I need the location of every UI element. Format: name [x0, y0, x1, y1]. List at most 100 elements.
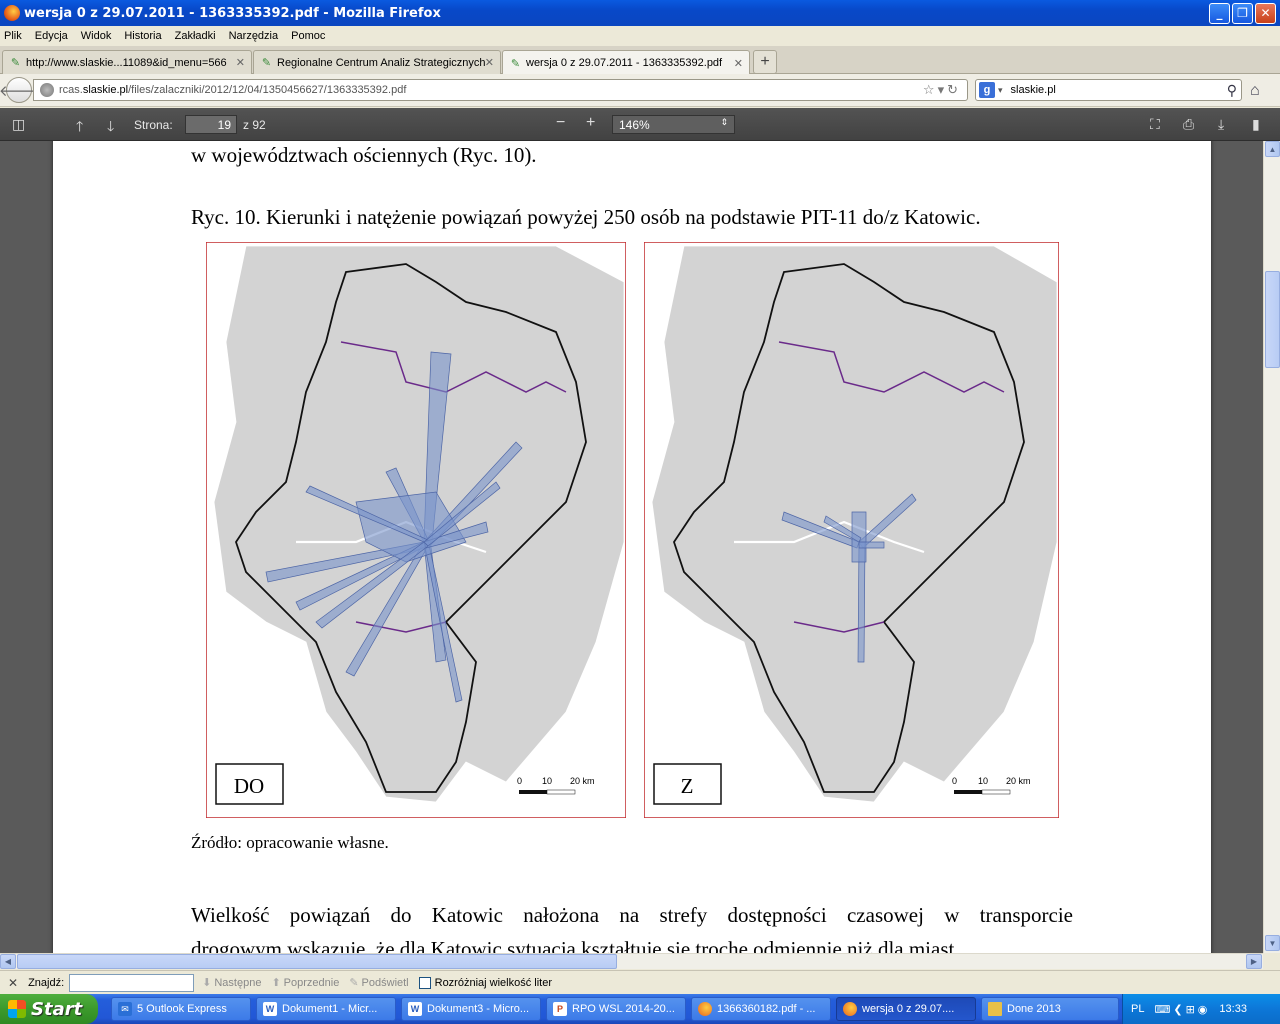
- menu-edycja[interactable]: Edycja: [35, 30, 68, 42]
- pdf-page: w województwach ościennych (Ryc. 10). Ry…: [53, 141, 1211, 953]
- highlight-button[interactable]: ✎ Podświetl: [349, 976, 408, 990]
- firefox-icon: [843, 1002, 857, 1016]
- menu-pomoc[interactable]: Pomoc: [291, 30, 325, 42]
- pdf-viewer[interactable]: w województwach ościennych (Ryc. 10). Ry…: [0, 141, 1263, 953]
- scale-0: 0: [517, 776, 522, 786]
- taskbar-item-pdf2[interactable]: wersja 0 z 29.07....: [836, 997, 976, 1021]
- minimize-button[interactable]: _: [1209, 2, 1230, 24]
- home-icon[interactable]: ⌂: [1250, 82, 1260, 100]
- tab-pdf[interactable]: ✎ wersja 0 z 29.07.2011 - 1363335392.pdf…: [502, 50, 750, 75]
- find-bar: ✕ Znajdź: ⬇ Następne ⬆ Poprzednie ✎ Podświe…: [0, 970, 1280, 994]
- close-button[interactable]: ✕: [1255, 2, 1276, 24]
- folder-icon: [988, 1002, 1002, 1016]
- url-icons: ☆▾↻: [923, 82, 961, 98]
- tab-label: Regionalne Centrum Analiz Strategicznych: [277, 56, 486, 69]
- tab-rcas[interactable]: ✎ Regionalne Centrum Analiz Strategiczny…: [253, 50, 501, 74]
- network-icon[interactable]: ⊞: [1186, 1003, 1195, 1016]
- system-tray: PL ⌨ ❮ ⊞ ◉ 13:33: [1122, 994, 1280, 1024]
- menu-bar: Plik Edycja Widok Historia Zakładki Narz…: [0, 26, 1280, 46]
- body-text-line: w województwach ościennych (Ryc. 10).: [191, 143, 537, 167]
- bookmark-star-icon[interactable]: ☆: [923, 82, 938, 97]
- search-bar[interactable]: g ▾ slaskie.pl ⚲: [975, 79, 1242, 101]
- tab-label: http://www.slaskie...11089&id_menu=566: [26, 56, 227, 69]
- taskbar-item-outlook[interactable]: ✉ 5 Outlook Express: [111, 997, 251, 1021]
- google-icon[interactable]: g: [979, 82, 995, 98]
- tray-icons: ⌨ ❮ ⊞ ◉: [1154, 1003, 1207, 1016]
- firefox-window: wersja 0 z 29.07.2011 - 1363335392.pdf -…: [0, 0, 1280, 994]
- tab-close-icon[interactable]: ✕: [236, 56, 245, 69]
- menu-narzedzia[interactable]: Narzędzia: [229, 30, 279, 42]
- search-engine-dropdown-icon[interactable]: ▾: [998, 85, 1003, 96]
- taskbar-item-rpo[interactable]: P RPO WSL 2014-20...: [546, 997, 686, 1021]
- map-label-z: Z: [681, 774, 694, 798]
- back-button[interactable]: 🡐: [0, 77, 39, 103]
- close-findbar-icon[interactable]: ✕: [8, 976, 18, 990]
- tab-close-icon[interactable]: ✕: [485, 56, 494, 69]
- language-indicator[interactable]: PL: [1131, 1003, 1144, 1015]
- menu-plik[interactable]: Plik: [4, 30, 22, 42]
- zoom-select[interactable]: 146% ⇕: [612, 115, 735, 134]
- keyboard-icon[interactable]: ⌨: [1154, 1003, 1170, 1016]
- url-bar[interactable]: rcas.slaskie.pl/files/zalaczniki/2012/12…: [33, 79, 968, 101]
- search-input[interactable]: slaskie.pl: [1011, 84, 1227, 96]
- word-icon: W: [408, 1002, 422, 1016]
- previous-page-icon[interactable]: 🡑: [76, 116, 83, 140]
- match-case-checkbox[interactable]: [418, 976, 431, 989]
- firefox-icon: [698, 1002, 712, 1016]
- dropdown-icon[interactable]: ▾: [938, 82, 948, 97]
- globe-icon: [40, 83, 54, 97]
- menu-widok[interactable]: Widok: [81, 30, 112, 42]
- figure-caption: Ryc. 10. Kierunki i natężenie powiązań p…: [191, 205, 981, 229]
- scroll-left-icon[interactable]: ◀: [0, 954, 16, 969]
- fullscreen-icon[interactable]: ⛶: [1150, 116, 1160, 133]
- page-number-input[interactable]: 19: [185, 115, 237, 134]
- scroll-down-icon[interactable]: ▼: [1265, 935, 1280, 951]
- find-previous-button[interactable]: ⬆ Poprzednie: [271, 976, 339, 990]
- scroll-right-icon[interactable]: ▶: [1246, 954, 1262, 969]
- url-text: rcas.slaskie.pl/files/zalaczniki/2012/12…: [59, 84, 407, 96]
- paragraph-line-1: Wielkość powiązań do Katowic nałożona na…: [191, 903, 1073, 927]
- horizontal-scrollbar[interactable]: ◀ ▶: [0, 953, 1263, 969]
- powerpoint-icon: P: [553, 1002, 567, 1016]
- taskbar-item-dokument3[interactable]: W Dokument3 - Micro...: [401, 997, 541, 1021]
- horizontal-scroll-thumb[interactable]: [17, 954, 617, 969]
- scale-10: 10: [978, 776, 988, 786]
- tab-slaskie[interactable]: ✎ http://www.slaskie...11089&id_menu=566…: [2, 50, 252, 74]
- page-label: Strona:: [134, 118, 173, 132]
- start-button[interactable]: Start: [0, 994, 98, 1024]
- map-right-z: Z 0 10 20 km: [644, 242, 1059, 818]
- find-next-button[interactable]: ⬇ Następne: [202, 976, 261, 990]
- next-page-icon[interactable]: 🡓: [107, 116, 114, 140]
- zoom-in-icon[interactable]: +: [586, 114, 595, 132]
- tab-bar: ✎ http://www.slaskie...11089&id_menu=566…: [0, 46, 1280, 75]
- new-tab-button[interactable]: +: [753, 50, 777, 74]
- sidebar-toggle-icon[interactable]: ◫: [12, 116, 25, 133]
- title-bar[interactable]: wersja 0 z 29.07.2011 - 1363335392.pdf -…: [0, 0, 1280, 26]
- print-icon[interactable]: ⎙: [1183, 116, 1194, 133]
- taskbar-item-folder[interactable]: Done 2013: [981, 997, 1119, 1021]
- arrow-down-icon: ⬇: [202, 977, 212, 989]
- search-icon[interactable]: ⚲: [1227, 82, 1237, 99]
- reload-icon[interactable]: ↻: [947, 82, 961, 97]
- vertical-scroll-thumb[interactable]: [1265, 271, 1280, 368]
- zoom-out-icon[interactable]: −: [556, 114, 565, 132]
- bookmark-icon[interactable]: ▮: [1252, 116, 1260, 133]
- menu-historia[interactable]: Historia: [124, 30, 161, 42]
- find-input[interactable]: [69, 973, 195, 992]
- scale-20: 20 km: [570, 776, 595, 786]
- tab-close-icon[interactable]: ✕: [734, 57, 743, 70]
- maximize-button[interactable]: ❐: [1232, 2, 1253, 24]
- windows-flag-icon: [8, 1000, 26, 1018]
- volume-icon[interactable]: ◉: [1198, 1003, 1208, 1016]
- pdf-toolbar: ◫ 🡑 🡓 Strona: 19 z 92 − + 146% ⇕ ⛶ ⎙ ⤓ ▮: [0, 108, 1280, 141]
- taskbar-item-pdf1[interactable]: 1366360182.pdf - ...: [691, 997, 831, 1021]
- download-icon[interactable]: ⤓: [1218, 116, 1224, 133]
- chevron-left-icon[interactable]: ❮: [1173, 1003, 1182, 1016]
- taskbar-item-dokument1[interactable]: W Dokument1 - Micr...: [256, 997, 396, 1021]
- scale-10: 10: [542, 776, 552, 786]
- vertical-scrollbar[interactable]: ▲ ▼: [1263, 141, 1280, 953]
- menu-zakladki[interactable]: Zakładki: [175, 30, 216, 42]
- window-title: wersja 0 z 29.07.2011 - 1363335392.pdf -…: [24, 5, 441, 21]
- scroll-up-icon[interactable]: ▲: [1265, 141, 1280, 157]
- clock: 13:33: [1219, 1003, 1247, 1015]
